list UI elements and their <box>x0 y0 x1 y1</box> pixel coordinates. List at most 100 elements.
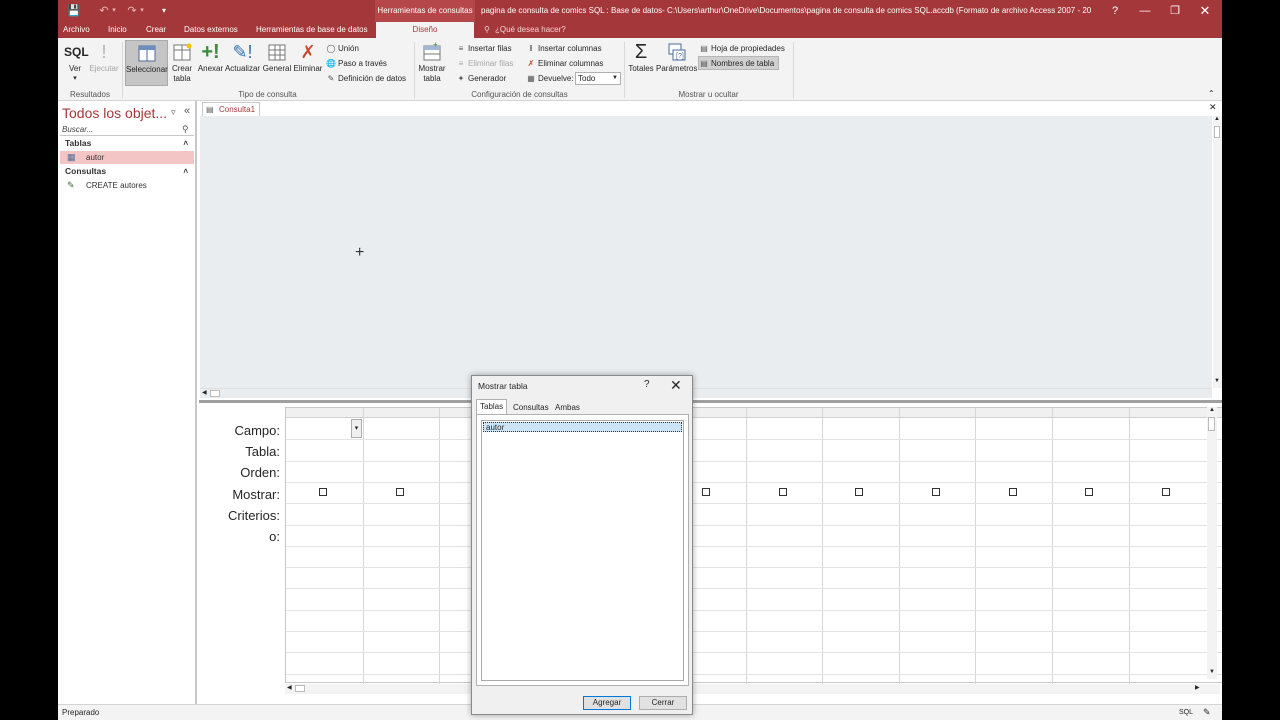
dialog-tab-ambas[interactable]: Ambas <box>552 401 583 414</box>
return-icon: ▦ <box>527 74 535 83</box>
nav-item-autor[interactable]: ▦ autor <box>60 151 194 164</box>
anexar-button[interactable]: +! Anexar <box>197 40 224 86</box>
scroll-thumb[interactable] <box>1208 417 1215 431</box>
grid-row-divider <box>286 482 1222 483</box>
parametros-button[interactable]: [?] Parámetros <box>656 40 697 86</box>
grid-row-divider <box>286 588 1222 589</box>
table-list[interactable]: autor <box>481 420 684 681</box>
scroll-left-icon[interactable]: ◀ <box>287 684 292 691</box>
table-pane[interactable]: + <box>200 116 1212 388</box>
scroll-down-icon[interactable]: ▼ <box>1209 669 1215 675</box>
scroll-thumb[interactable] <box>1214 126 1220 138</box>
lower-vertical-scrollbar[interactable]: ▲ ▼ <box>1207 407 1217 679</box>
property-sheet-icon: ▤ <box>700 44 708 53</box>
mostrar-checkbox[interactable] <box>1162 488 1170 496</box>
collapse-ribbon-icon[interactable]: ⌃ <box>1208 89 1215 98</box>
ejecutar-button[interactable]: ! Ejecutar <box>88 40 120 86</box>
ver-button[interactable]: SQL Ver ▾ <box>60 40 90 86</box>
list-item-autor[interactable]: autor <box>483 422 682 432</box>
campo-dropdown-button[interactable]: ▾ <box>351 419 362 438</box>
tab-diseno[interactable]: Diseño <box>376 22 474 38</box>
actualizar-button[interactable]: ✎! Actualizar <box>224 40 261 86</box>
tab-herramientas-bd[interactable]: Herramientas de base de datos <box>256 22 368 38</box>
nav-title[interactable]: Todos los objet... <box>62 105 167 121</box>
column-selector-bar[interactable] <box>286 408 1222 418</box>
scroll-left-icon[interactable]: ◀ <box>202 389 207 396</box>
nombres-tabla-button[interactable]: ▤ Nombres de tabla <box>698 56 780 70</box>
union-button[interactable]: ◯ Unión <box>326 42 359 56</box>
redo-dropdown-icon[interactable]: ▾ <box>134 3 150 19</box>
upper-vertical-scrollbar[interactable]: ▲ ▼ <box>1213 116 1222 388</box>
eliminar-button[interactable]: ✗ Eliminar <box>293 40 323 86</box>
mostrar-checkbox[interactable] <box>779 488 787 496</box>
tab-crear[interactable]: Crear <box>146 22 166 38</box>
insertar-filas-button[interactable]: ≡ Insertar filas <box>456 42 512 56</box>
dialog-panel: autor <box>476 414 689 686</box>
mostrar-checkbox[interactable] <box>396 488 404 496</box>
insertar-columnas-button[interactable]: ‖ Insertar columnas <box>526 42 601 56</box>
search-icon[interactable]: ⚲ <box>182 124 189 135</box>
scroll-right-icon[interactable]: ▶ <box>1195 684 1200 691</box>
generador-label: Generador <box>468 74 507 83</box>
parameters-icon: [?] <box>668 43 686 61</box>
upper-horizontal-scrollbar[interactable]: ◀ <box>200 388 1212 398</box>
dialog-tab-tablas[interactable]: Tablas <box>476 399 508 415</box>
mostrar-checkbox[interactable] <box>1085 488 1093 496</box>
close-query-icon[interactable]: ✕ <box>1209 102 1217 113</box>
mostrar-checkbox[interactable] <box>932 488 940 496</box>
mostrar-tabla-button[interactable]: + Mostrar tabla <box>417 40 447 86</box>
undo-dropdown-icon[interactable]: ▾ <box>106 3 122 19</box>
minimize-button[interactable]: — <box>1130 0 1160 22</box>
sql-view-button[interactable]: SQL <box>1179 705 1193 720</box>
scroll-thumb[interactable] <box>210 390 220 397</box>
sql-view-icon: SQL <box>64 45 89 59</box>
scroll-down-icon[interactable]: ▼ <box>1214 378 1220 384</box>
paso-a-traves-button[interactable]: 🌐 Paso a través <box>326 57 387 71</box>
nav-collapse-icon[interactable]: « <box>184 105 190 117</box>
totales-button[interactable]: Σ Totales <box>626 40 656 86</box>
tell-me-box[interactable]: ¿Qué desea hacer? <box>495 22 566 38</box>
nav-group-tablas[interactable]: Tablas ˄ <box>60 137 194 150</box>
tell-me-icon: ⚲ <box>484 25 490 34</box>
customize-toolbar-icon[interactable]: ▾ <box>156 3 172 19</box>
mostrar-checkbox[interactable] <box>1009 488 1017 496</box>
mostrar-checkbox[interactable] <box>855 488 863 496</box>
nav-group-consultas[interactable]: Consultas ˄ <box>60 165 194 178</box>
mostrar-checkbox[interactable] <box>319 488 327 496</box>
restore-button[interactable]: ❐ <box>1160 0 1190 22</box>
mostrar-checkbox[interactable] <box>702 488 710 496</box>
design-view-icon[interactable]: ✎ <box>1203 705 1211 720</box>
dialog-tab-consultas[interactable]: Consultas <box>510 401 552 414</box>
close-window-button[interactable]: ✕ <box>1190 0 1220 22</box>
delete-rows-icon: ≡ <box>458 59 464 68</box>
nav-item-create-autores[interactable]: ✎ CREATE autores <box>60 179 194 192</box>
definicion-datos-button[interactable]: ✎ Definición de datos <box>326 72 406 86</box>
crear-tabla-button[interactable]: Crear tabla <box>169 40 195 86</box>
scroll-thumb[interactable] <box>295 685 305 692</box>
row-label-campo: Campo: <box>234 423 280 438</box>
tab-inicio[interactable]: Inicio <box>108 22 127 38</box>
agregar-button[interactable]: Agregar <box>583 696 631 710</box>
nav-search-input[interactable]: Buscar... <box>60 124 194 136</box>
group-label-resultados: Resultados <box>69 90 111 99</box>
tab-datos-externos[interactable]: Datos externos <box>184 22 238 38</box>
save-icon[interactable]: 💾 <box>66 3 82 19</box>
help-button[interactable]: ? <box>1100 0 1130 22</box>
dialog-close-icon[interactable]: ✕ <box>670 377 682 394</box>
tab-archivo[interactable]: Archivo <box>63 22 90 38</box>
nav-menu-chevron-icon[interactable]: ▿ <box>171 107 176 118</box>
query-design-grid[interactable]: ▾ <box>285 407 1222 684</box>
scroll-up-icon[interactable]: ▲ <box>1209 407 1215 413</box>
dialog-help-button[interactable]: ? <box>644 379 650 390</box>
eliminar-filas-button[interactable]: ≡ Eliminar filas <box>456 57 514 71</box>
devuelve-select[interactable]: Todo ▼ <box>575 72 621 85</box>
generador-button[interactable]: ✦ Generador <box>456 72 507 86</box>
lower-horizontal-scrollbar[interactable]: ◀ ▶ <box>285 684 1220 694</box>
scroll-up-icon[interactable]: ▲ <box>1214 116 1220 122</box>
hoja-propiedades-button[interactable]: ▤ Hoja de propiedades <box>699 42 785 56</box>
general-button[interactable]: General <box>261 40 293 86</box>
cerrar-button[interactable]: Cerrar <box>639 696 687 710</box>
seleccionar-button[interactable]: Seleccionar <box>125 40 168 86</box>
tab-consulta1[interactable]: ▤ Consulta1 <box>202 102 260 116</box>
eliminar-columnas-button[interactable]: ✗ Eliminar columnas <box>526 57 604 71</box>
